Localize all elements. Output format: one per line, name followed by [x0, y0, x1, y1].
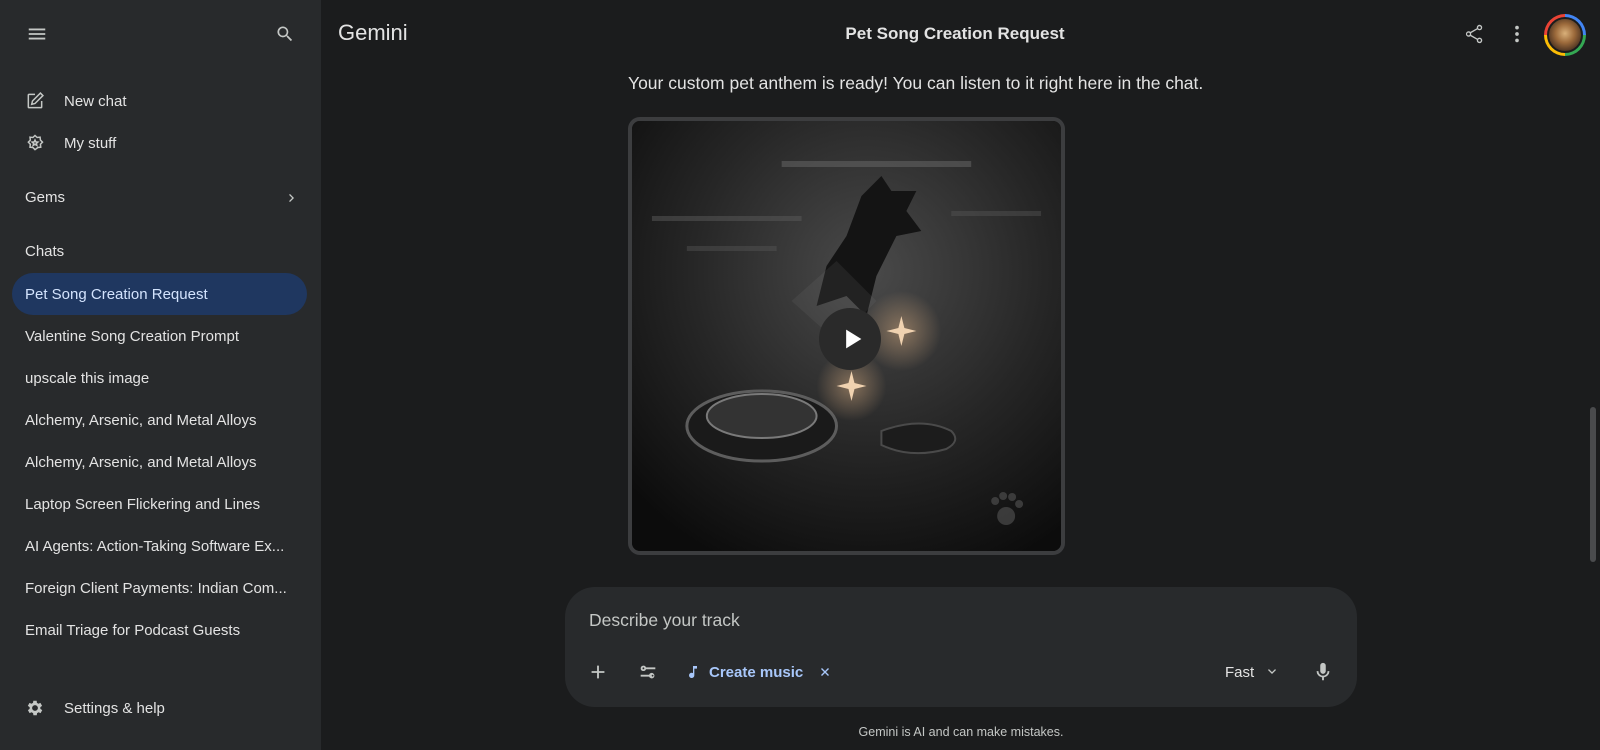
play-icon [846, 329, 862, 349]
play-button[interactable] [819, 308, 881, 370]
add-attachment-button[interactable] [580, 654, 616, 690]
chat-item[interactable]: Pet Song Creation Request [12, 273, 307, 315]
chats-header: Chats [25, 243, 65, 260]
search-icon[interactable] [265, 14, 305, 54]
gear-icon [24, 697, 46, 719]
scrollbar[interactable] [1590, 407, 1596, 562]
chat-list: Pet Song Creation Request Valentine Song… [12, 273, 307, 651]
mode-label: Fast [1225, 663, 1255, 681]
music-note-icon [689, 666, 697, 679]
plus-icon [591, 665, 605, 679]
mic-icon [1316, 662, 1330, 681]
chat-item[interactable]: Alchemy, Arsenic, and Metal Alloys [12, 441, 307, 483]
my-stuff-label: My stuff [64, 134, 117, 152]
create-music-chip[interactable]: Create music [685, 657, 833, 687]
gems-section[interactable]: Gems [25, 189, 300, 206]
prompt-input[interactable] [589, 605, 1329, 635]
more-vert-icon[interactable] [1497, 14, 1537, 54]
close-icon[interactable] [817, 664, 833, 680]
microphone-button[interactable] [1305, 654, 1341, 690]
edit-icon [24, 90, 46, 112]
chat-item[interactable]: upscale this image [12, 357, 307, 399]
gems-label: Gems [25, 189, 66, 206]
sidebar: New chat My stuff Gems Chats Pet Song Cr… [0, 0, 321, 750]
chat-item[interactable]: Alchemy, Arsenic, and Metal Alloys [12, 399, 307, 441]
tune-icon [640, 665, 656, 679]
menu-icon[interactable] [17, 14, 57, 54]
brand-logo[interactable]: Gemini [338, 20, 408, 46]
new-chat-label: New chat [64, 92, 127, 110]
chat-item[interactable]: Valentine Song Creation Prompt [12, 315, 307, 357]
ai-disclaimer: Gemini is AI and can make mistakes. [858, 725, 1064, 739]
music-track-card[interactable] [628, 117, 1065, 555]
chat-item[interactable]: Laptop Screen Flickering and Lines [12, 483, 307, 525]
model-mode-selector[interactable]: Fast [1225, 657, 1280, 687]
chat-item[interactable]: Foreign Client Payments: Indian Com... [12, 567, 307, 609]
tools-button[interactable] [630, 654, 666, 690]
account-avatar[interactable] [1544, 14, 1586, 56]
my-stuff-button[interactable]: My stuff [24, 131, 116, 155]
chevron-down-icon [1268, 669, 1277, 674]
chat-item[interactable]: Email Triage for Podcast Guests [12, 609, 307, 651]
assistant-message: Your custom pet anthem is ready! You can… [628, 73, 1204, 93]
chevron-right-icon [289, 193, 294, 202]
prompt-composer: Create music Fast [565, 587, 1357, 707]
settings-help-button[interactable]: Settings & help [24, 696, 165, 720]
avatar-image [1547, 17, 1583, 53]
share-icon[interactable] [1454, 14, 1494, 54]
create-music-label: Create music [709, 663, 804, 681]
star-badge-icon [24, 132, 46, 154]
settings-help-label: Settings & help [64, 699, 165, 717]
conversation-title: Pet Song Creation Request [845, 24, 1065, 43]
chat-item[interactable]: AI Agents: Action-Taking Software Ex... [12, 525, 307, 567]
new-chat-button[interactable]: New chat [24, 89, 127, 113]
